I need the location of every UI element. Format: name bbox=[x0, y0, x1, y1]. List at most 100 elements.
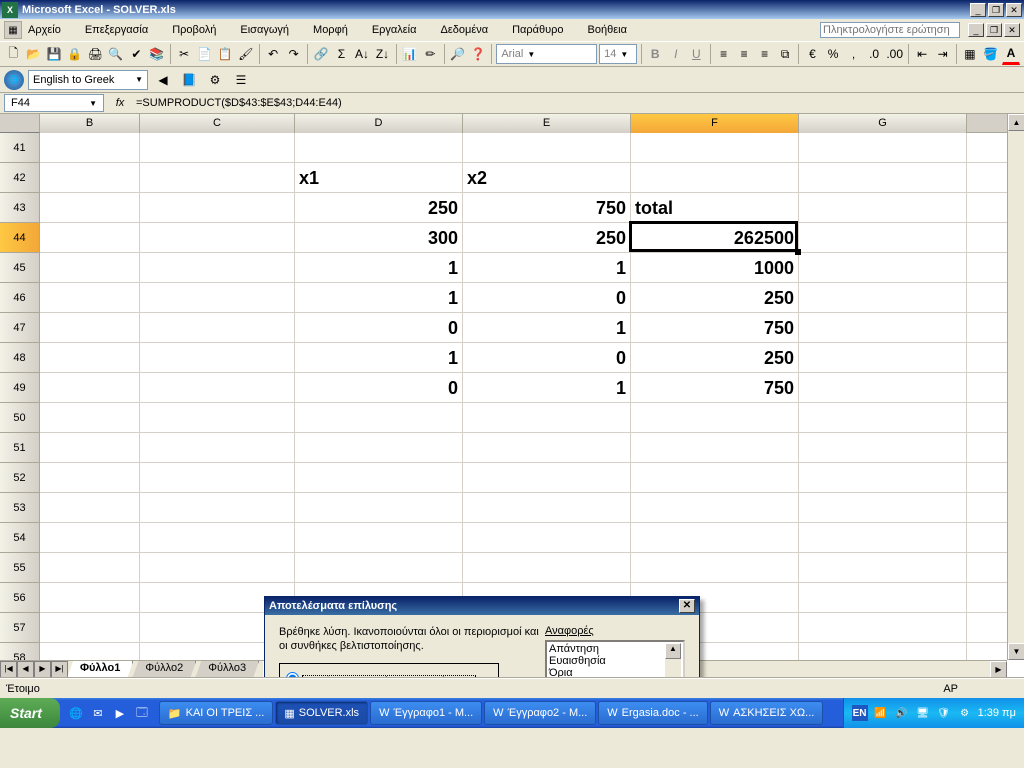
cell-E41[interactable] bbox=[463, 133, 631, 163]
menu-data[interactable]: Δεδομένα bbox=[441, 24, 501, 36]
outlook-icon[interactable]: ✉ bbox=[88, 703, 108, 723]
percent-button[interactable]: % bbox=[824, 43, 843, 65]
menu-insert[interactable]: Εισαγωγή bbox=[240, 24, 301, 36]
sort-desc-button[interactable]: Z↓ bbox=[373, 43, 392, 65]
cell-B57[interactable] bbox=[40, 613, 140, 643]
clock[interactable]: 1:39 πμ bbox=[978, 707, 1016, 719]
cell-G43[interactable] bbox=[799, 193, 967, 223]
cell-D55[interactable] bbox=[295, 553, 463, 583]
vertical-scrollbar[interactable]: ▲ ▼ bbox=[1007, 114, 1024, 660]
cell-C50[interactable] bbox=[140, 403, 295, 433]
cell-B42[interactable] bbox=[40, 163, 140, 193]
cell-C52[interactable] bbox=[140, 463, 295, 493]
cell-G46[interactable] bbox=[799, 283, 967, 313]
cell-E50[interactable] bbox=[463, 403, 631, 433]
spelling-button[interactable]: ✔ bbox=[127, 43, 146, 65]
borders-button[interactable]: ▦ bbox=[961, 43, 980, 65]
cell-B47[interactable] bbox=[40, 313, 140, 343]
cell-B41[interactable] bbox=[40, 133, 140, 163]
cell-D47[interactable]: 0 bbox=[295, 313, 463, 343]
fill-color-button[interactable]: 🪣 bbox=[981, 43, 1000, 65]
increase-decimal-button[interactable]: .0 bbox=[865, 43, 884, 65]
row-header-55[interactable]: 55 bbox=[0, 553, 40, 583]
cell-F46[interactable]: 250 bbox=[631, 283, 799, 313]
taskbar-task[interactable]: 📁ΚΑΙ ΟΙ ΤΡΕΙΣ ... bbox=[159, 701, 273, 725]
row-header-49[interactable]: 49 bbox=[0, 373, 40, 403]
currency-button[interactable]: € bbox=[803, 43, 822, 65]
cell-E53[interactable] bbox=[463, 493, 631, 523]
decrease-decimal-button[interactable]: .00 bbox=[885, 43, 904, 65]
cell-F50[interactable] bbox=[631, 403, 799, 433]
cell-B46[interactable] bbox=[40, 283, 140, 313]
row-header-53[interactable]: 53 bbox=[0, 493, 40, 523]
print-button[interactable]: 🖨 bbox=[86, 43, 105, 65]
dialog-close-button[interactable]: ✕ bbox=[679, 599, 695, 613]
cell-D54[interactable] bbox=[295, 523, 463, 553]
scroll-right-button[interactable]: ▶ bbox=[990, 661, 1007, 678]
cell-F45[interactable]: 1000 bbox=[631, 253, 799, 283]
new-button[interactable]: 🗋 bbox=[4, 43, 23, 65]
column-header-B[interactable]: B bbox=[40, 114, 140, 133]
menu-tools[interactable]: Εργαλεία bbox=[372, 24, 429, 36]
research-button[interactable]: 📚 bbox=[148, 43, 167, 65]
taskbar-task[interactable]: WΈγγραφο1 - M... bbox=[370, 701, 482, 725]
doc-restore-button[interactable]: ❐ bbox=[986, 23, 1002, 37]
taskbar-task[interactable]: WErgasia.doc - ... bbox=[598, 701, 707, 725]
minimize-button[interactable]: _ bbox=[970, 3, 986, 17]
tray-icon[interactable]: 🖥 bbox=[915, 705, 931, 721]
cell-B45[interactable] bbox=[40, 253, 140, 283]
cell-G56[interactable] bbox=[799, 583, 967, 613]
row-header-56[interactable]: 56 bbox=[0, 583, 40, 613]
cell-D44[interactable]: 300 bbox=[295, 223, 463, 253]
row-header-51[interactable]: 51 bbox=[0, 433, 40, 463]
translate-fwd-button[interactable]: 📘 bbox=[178, 69, 200, 91]
cell-F47[interactable]: 750 bbox=[631, 313, 799, 343]
language-select[interactable]: English to Greek▼ bbox=[28, 70, 148, 90]
cell-G52[interactable] bbox=[799, 463, 967, 493]
sheet-tab-1[interactable]: Φύλλο1 bbox=[67, 661, 133, 678]
cell-E47[interactable]: 1 bbox=[463, 313, 631, 343]
menu-edit[interactable]: Επεξεργασία bbox=[85, 24, 160, 36]
reports-listbox[interactable]: ▲▼ Απάντηση Ευαισθησία Όρια bbox=[545, 640, 685, 678]
ask-question-input[interactable] bbox=[820, 22, 960, 38]
cell-C43[interactable] bbox=[140, 193, 295, 223]
doc-close-button[interactable]: ✕ bbox=[1004, 23, 1020, 37]
report-item[interactable]: Ευαισθησία bbox=[549, 655, 681, 667]
font-name-select[interactable]: Arial▼ bbox=[496, 44, 597, 64]
scroll-up-button[interactable]: ▲ bbox=[1008, 114, 1024, 131]
translate-options-button[interactable]: ⚙ bbox=[204, 69, 226, 91]
cell-G48[interactable] bbox=[799, 343, 967, 373]
drawing-button[interactable]: ✏ bbox=[421, 43, 440, 65]
align-left-button[interactable]: ≡ bbox=[714, 43, 733, 65]
row-header-48[interactable]: 48 bbox=[0, 343, 40, 373]
keep-solution-radio[interactable]: Διατήρηση της λύσης της επίλυσης bbox=[286, 672, 492, 678]
cell-C48[interactable] bbox=[140, 343, 295, 373]
menu-view[interactable]: Προβολή bbox=[172, 24, 228, 36]
cell-G42[interactable] bbox=[799, 163, 967, 193]
tab-next-button[interactable]: ▶ bbox=[34, 661, 51, 678]
cell-E49[interactable]: 1 bbox=[463, 373, 631, 403]
cell-G51[interactable] bbox=[799, 433, 967, 463]
paste-button[interactable]: 📋 bbox=[216, 43, 235, 65]
row-header-57[interactable]: 57 bbox=[0, 613, 40, 643]
permission-button[interactable]: 🔒 bbox=[66, 43, 85, 65]
row-header-52[interactable]: 52 bbox=[0, 463, 40, 493]
tray-icon[interactable]: 📶 bbox=[873, 705, 889, 721]
report-item[interactable]: Όρια bbox=[549, 667, 681, 678]
cell-G57[interactable] bbox=[799, 613, 967, 643]
cell-G41[interactable] bbox=[799, 133, 967, 163]
row-header-47[interactable]: 47 bbox=[0, 313, 40, 343]
cell-G55[interactable] bbox=[799, 553, 967, 583]
cell-F51[interactable] bbox=[631, 433, 799, 463]
cell-G54[interactable] bbox=[799, 523, 967, 553]
cell-D42[interactable]: x1 bbox=[295, 163, 463, 193]
cell-G45[interactable] bbox=[799, 253, 967, 283]
cell-E55[interactable] bbox=[463, 553, 631, 583]
help-button[interactable]: ❓ bbox=[469, 43, 488, 65]
cell-F42[interactable] bbox=[631, 163, 799, 193]
dialog-titlebar[interactable]: Αποτελέσματα επίλυσης ✕ bbox=[265, 597, 699, 615]
report-item[interactable]: Απάντηση bbox=[549, 643, 681, 655]
menu-format[interactable]: Μορφή bbox=[313, 24, 360, 36]
cell-D46[interactable]: 1 bbox=[295, 283, 463, 313]
cell-F52[interactable] bbox=[631, 463, 799, 493]
